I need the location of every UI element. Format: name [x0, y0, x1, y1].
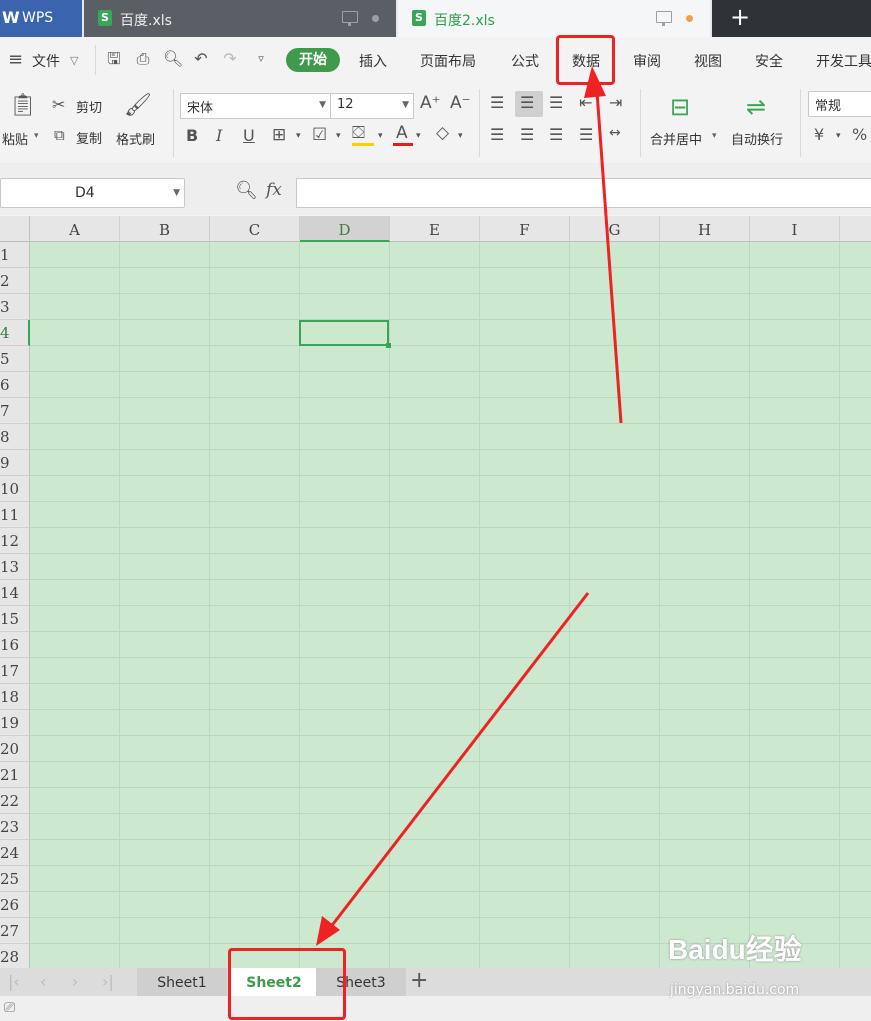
arrow-line-to-sheet2 [328, 592, 590, 929]
annotation-arrows [316, 66, 623, 946]
baidu-watermark: Baidu经验 jingyan.baidu.com [668, 928, 802, 998]
watermark-url: jingyan.baidu.com [670, 982, 800, 998]
arrow-head-data-menu [584, 66, 606, 98]
arrow-line-to-data-menu [595, 91, 623, 424]
watermark-brand: Baidu经验 [668, 934, 802, 965]
